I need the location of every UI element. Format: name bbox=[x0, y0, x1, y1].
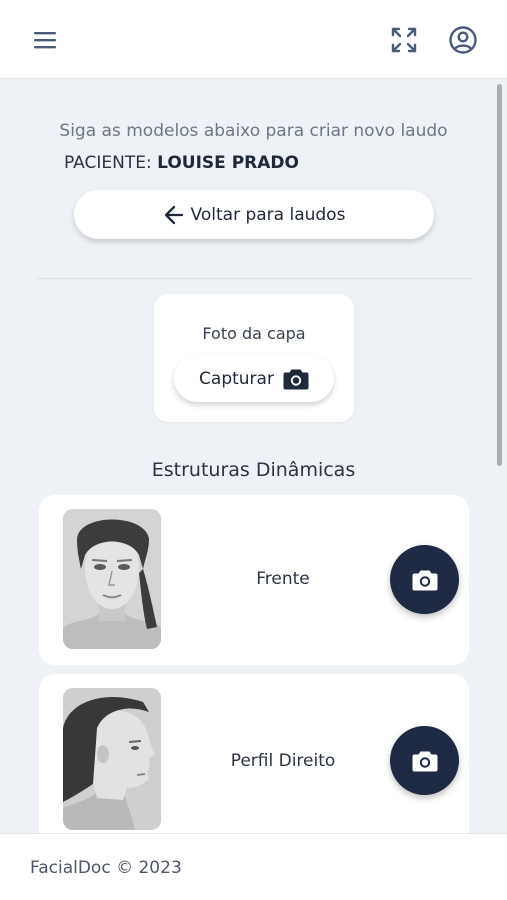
main-content: Siga as modelos abaixo para criar novo l… bbox=[0, 79, 507, 833]
patient-line: PACIENTE: LOUISE PRADO bbox=[64, 153, 299, 173]
right-profile-face-photo bbox=[63, 688, 161, 830]
pose-label-right-profile: Perfil Direito bbox=[230, 751, 336, 771]
patient-label: PACIENTE: bbox=[64, 153, 152, 173]
account-button[interactable] bbox=[444, 21, 482, 59]
fullscreen-icon bbox=[391, 27, 417, 53]
back-to-reports-button[interactable]: Voltar para laudos bbox=[74, 190, 434, 239]
footer: FacialDoc © 2023 bbox=[0, 833, 507, 900]
capture-front-button[interactable] bbox=[390, 545, 459, 614]
fullscreen-button[interactable] bbox=[386, 22, 422, 58]
camera-icon bbox=[412, 751, 437, 771]
camera-icon bbox=[412, 570, 437, 590]
back-button-label: Voltar para laudos bbox=[190, 204, 346, 225]
cover-photo-title: Foto da capa bbox=[202, 324, 306, 343]
frontal-face-photo bbox=[63, 509, 161, 649]
pose-card-front: Frente bbox=[39, 495, 469, 665]
section-title: Estruturas Dinâmicas bbox=[151, 459, 356, 481]
menu-button[interactable] bbox=[28, 24, 62, 56]
cover-photo-card: Foto da capa Capturar bbox=[154, 294, 354, 422]
divider bbox=[36, 278, 472, 279]
patient-name: LOUISE PRADO bbox=[157, 153, 299, 173]
instructions-text: Siga as modelos abaixo para criar novo l… bbox=[59, 121, 448, 141]
pose-label-front: Frente bbox=[256, 569, 310, 589]
camera-icon bbox=[283, 369, 309, 389]
account-circle-icon bbox=[449, 26, 477, 54]
menu-icon bbox=[34, 32, 56, 49]
pose-card-right-profile: Perfil Direito bbox=[39, 674, 469, 833]
capture-button[interactable]: Capturar bbox=[174, 355, 334, 402]
capture-button-label: Capturar bbox=[199, 368, 274, 389]
arrow-left-icon bbox=[164, 205, 183, 224]
top-app-bar bbox=[0, 0, 507, 79]
capture-right-profile-button[interactable] bbox=[390, 726, 459, 795]
scrollbar[interactable] bbox=[497, 84, 502, 466]
footer-copyright: FacialDoc © 2023 bbox=[30, 858, 182, 878]
